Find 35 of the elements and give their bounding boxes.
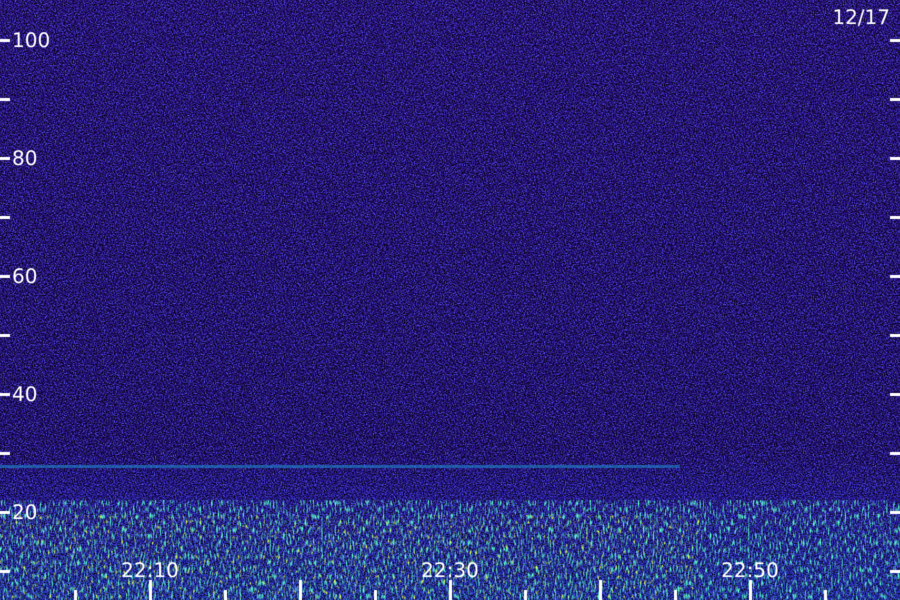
tick-mark: [890, 393, 900, 396]
tick-mark: [74, 590, 77, 600]
tick-mark: [599, 580, 602, 600]
axis-label: 100: [12, 28, 50, 52]
tick-mark: [449, 580, 452, 600]
tick-mark: [890, 216, 900, 219]
tick-mark: [890, 275, 900, 278]
axis-label: 40: [12, 382, 38, 406]
tick-mark: [0, 216, 10, 219]
axis-label: 60: [12, 264, 38, 288]
tick-mark: [890, 39, 900, 42]
tick-mark: [890, 570, 900, 573]
tick-mark: [0, 334, 10, 337]
tick-mark: [674, 590, 677, 600]
tick-mark: [890, 334, 900, 337]
tick-mark: [0, 511, 10, 514]
tick-mark: [0, 275, 10, 278]
date-label: 12/17: [832, 5, 890, 29]
tick-mark: [0, 393, 10, 396]
tick-mark: [224, 590, 227, 600]
tick-mark: [0, 452, 10, 455]
tick-mark: [524, 590, 527, 600]
tick-mark: [890, 511, 900, 514]
tick-mark: [0, 157, 10, 160]
tick-mark: [149, 580, 152, 600]
tick-mark: [824, 590, 827, 600]
tick-mark: [890, 452, 900, 455]
tick-mark: [0, 39, 10, 42]
tick-mark: [890, 98, 900, 101]
tick-mark: [749, 580, 752, 600]
tick-mark: [890, 157, 900, 160]
tick-mark: [0, 98, 10, 101]
tick-mark: [374, 590, 377, 600]
tick-mark: [299, 580, 302, 600]
tick-mark: [0, 570, 10, 573]
